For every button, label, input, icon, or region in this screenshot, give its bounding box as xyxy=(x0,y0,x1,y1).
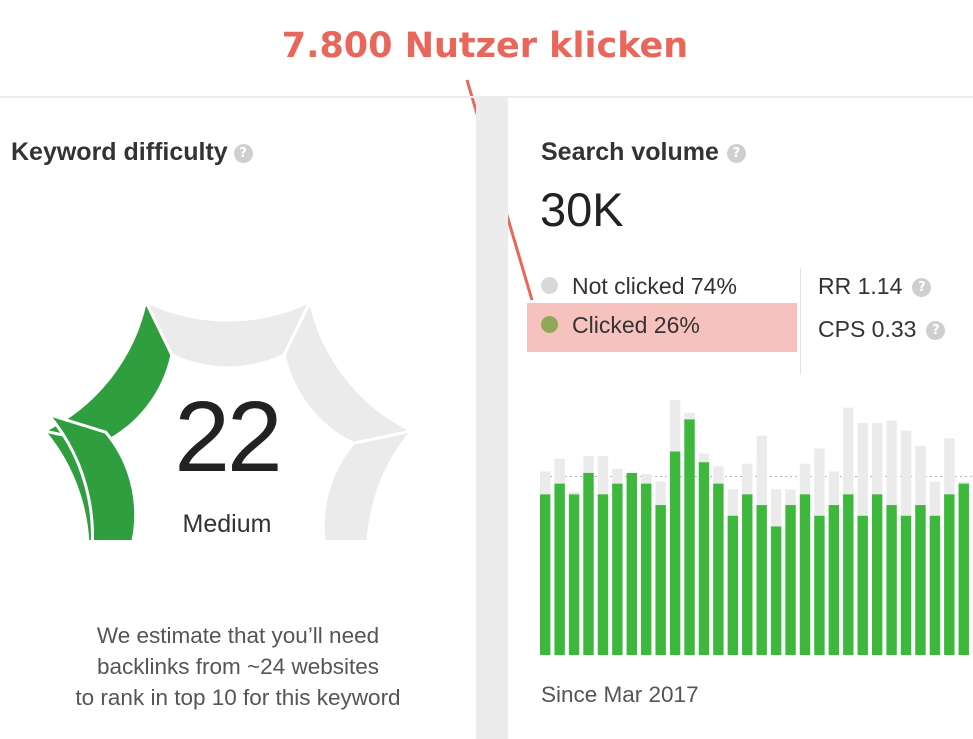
bar-clicked xyxy=(828,505,840,655)
help-icon[interactable]: ? xyxy=(926,321,946,341)
note-line-1: We estimate that you’ll need xyxy=(96,623,380,648)
legend-clicked-label: Clicked 26% xyxy=(572,312,700,338)
difficulty-score: 22 xyxy=(174,381,282,493)
bar-clicked xyxy=(655,505,666,655)
metric-divider xyxy=(800,268,801,374)
column-divider xyxy=(476,98,508,739)
keyword-difficulty-title-text: Keyword difficulty xyxy=(11,138,228,166)
legend-not-clicked: Not clicked 74% xyxy=(541,273,737,300)
search-volume-chart xyxy=(540,400,973,655)
bar-clicked xyxy=(684,419,695,655)
clicks-per-search-label: CPS 0.33 xyxy=(818,316,917,342)
bar-clicked xyxy=(958,483,969,655)
keyword-difficulty-title: Keyword difficulty? xyxy=(11,138,253,167)
bar-clicked xyxy=(814,515,825,655)
return-rate-metric: RR 1.14? xyxy=(818,273,932,300)
bar-clicked xyxy=(554,483,565,655)
legend-not-clicked-label: Not clicked 74% xyxy=(572,273,737,299)
bar-clicked xyxy=(641,483,652,655)
green-dot-icon xyxy=(541,316,558,334)
grey-dot-icon xyxy=(541,277,558,295)
legend-clicked: Clicked 26% xyxy=(541,312,700,339)
bar-clicked xyxy=(886,505,897,655)
bar-clicked xyxy=(540,494,551,655)
search-volume-title: Search volume? xyxy=(541,138,746,167)
return-rate-label: RR 1.14 xyxy=(818,273,903,299)
annotation-label: 7.800 Nutzer klicken xyxy=(281,26,689,66)
bar-clicked xyxy=(915,505,926,655)
bar-clicked xyxy=(669,451,681,655)
help-icon[interactable]: ? xyxy=(726,143,746,163)
chart-since-label: Since Mar 2017 xyxy=(541,682,699,707)
difficulty-level: Medium xyxy=(182,510,272,538)
bar-clicked xyxy=(713,483,724,655)
bar-clicked xyxy=(770,526,782,655)
difficulty-estimate-note: We estimate that you’ll need backlinks f… xyxy=(0,620,476,713)
bar-clicked xyxy=(727,515,739,655)
bar-clicked xyxy=(756,505,767,655)
bar-clicked xyxy=(871,494,883,655)
bar-clicked xyxy=(857,515,868,655)
bar-clicked xyxy=(626,472,637,655)
help-icon[interactable]: ? xyxy=(912,278,932,298)
bar-clicked xyxy=(929,515,941,655)
bar-clicked xyxy=(597,494,609,655)
bar-clicked xyxy=(785,505,796,655)
bar-clicked xyxy=(698,462,710,655)
clicks-per-search-metric: CPS 0.33? xyxy=(818,316,946,343)
bar-clicked xyxy=(843,494,854,655)
help-icon[interactable]: ? xyxy=(233,143,253,163)
bar-clicked xyxy=(742,494,753,655)
note-line-3: to rank in top 10 for this keyword xyxy=(75,685,401,710)
bar-clicked xyxy=(944,494,955,655)
bar-clicked xyxy=(568,494,580,655)
search-volume-title-text: Search volume xyxy=(541,138,719,166)
note-line-2: backlinks from ~24 websites xyxy=(97,654,379,679)
bar-clicked xyxy=(612,483,623,655)
search-volume-value: 30K xyxy=(540,183,624,236)
bar-clicked xyxy=(799,494,811,655)
bar-clicked xyxy=(583,472,594,655)
bar-clicked xyxy=(900,515,912,655)
